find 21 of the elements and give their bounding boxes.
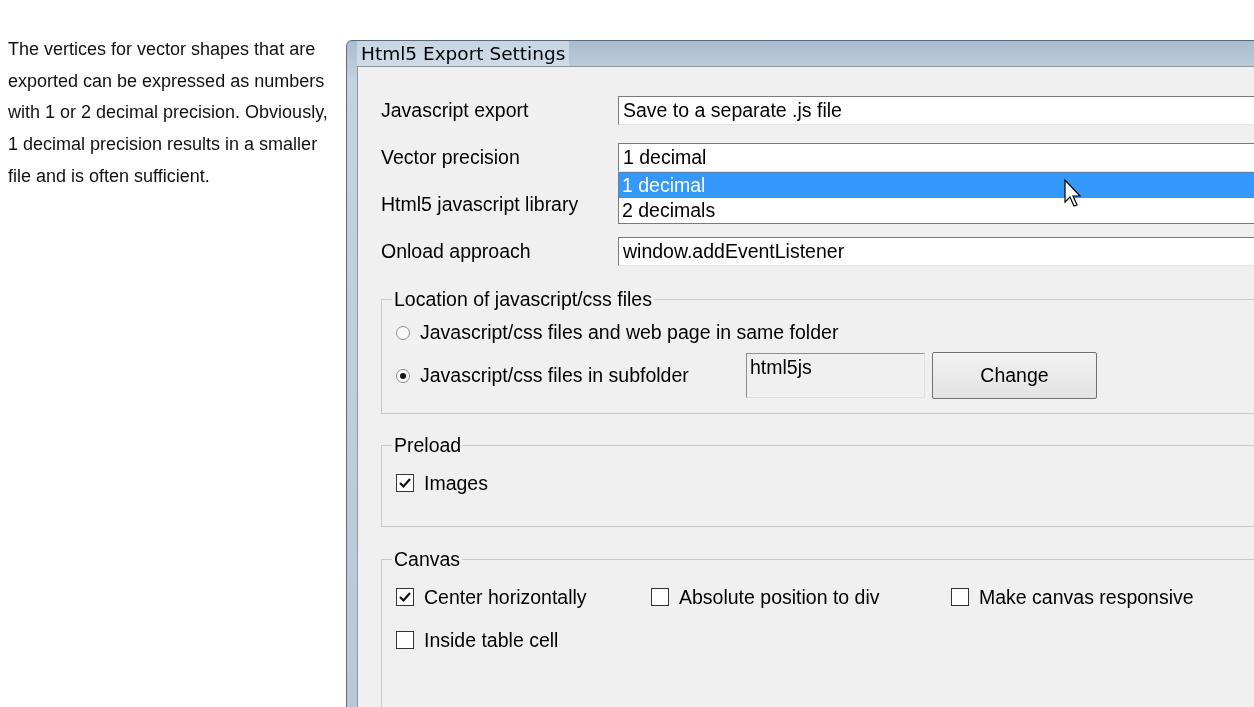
checkbox-label: Center horizontally xyxy=(424,585,587,609)
checkbox-label: Images xyxy=(424,471,488,495)
change-button[interactable]: Change xyxy=(932,352,1097,399)
checkbox-label: Inside table cell xyxy=(424,628,559,652)
field-label: Vector precision xyxy=(381,146,521,169)
checkbox-label: Make canvas responsive xyxy=(979,585,1194,609)
description-text: The vertices for vector shapes that are exported can be expressed as numbers with 1 or 2 decimal precision. Obviously, 1 decimal precision results in a smaller file and is often sufficient. xyxy=(8,38,329,188)
folder-field[interactable]: html5js xyxy=(746,353,925,398)
group-title: Preload xyxy=(393,434,463,457)
field-label: Html5 javascript library xyxy=(381,193,580,216)
dropdown-field[interactable]: 1 decimal xyxy=(618,143,1254,172)
radio-label: Javascript/css files in subfolder xyxy=(420,364,690,387)
checkbox-label: Absolute position to div xyxy=(679,585,880,609)
field-label: Onload approach xyxy=(381,240,532,263)
group-title: Canvas xyxy=(393,548,462,571)
radio-label: Javascript/css files and web page in same folder xyxy=(420,321,839,344)
window-title: Html5 Export Settings xyxy=(357,41,570,66)
dropdown-field[interactable]: Save to a separate .js file xyxy=(618,96,1254,125)
field-label: Javascript export xyxy=(381,99,530,122)
dropdown-field[interactable]: window.addEventListener xyxy=(618,237,1254,266)
group-title: Location of javascript/css files xyxy=(393,288,653,311)
